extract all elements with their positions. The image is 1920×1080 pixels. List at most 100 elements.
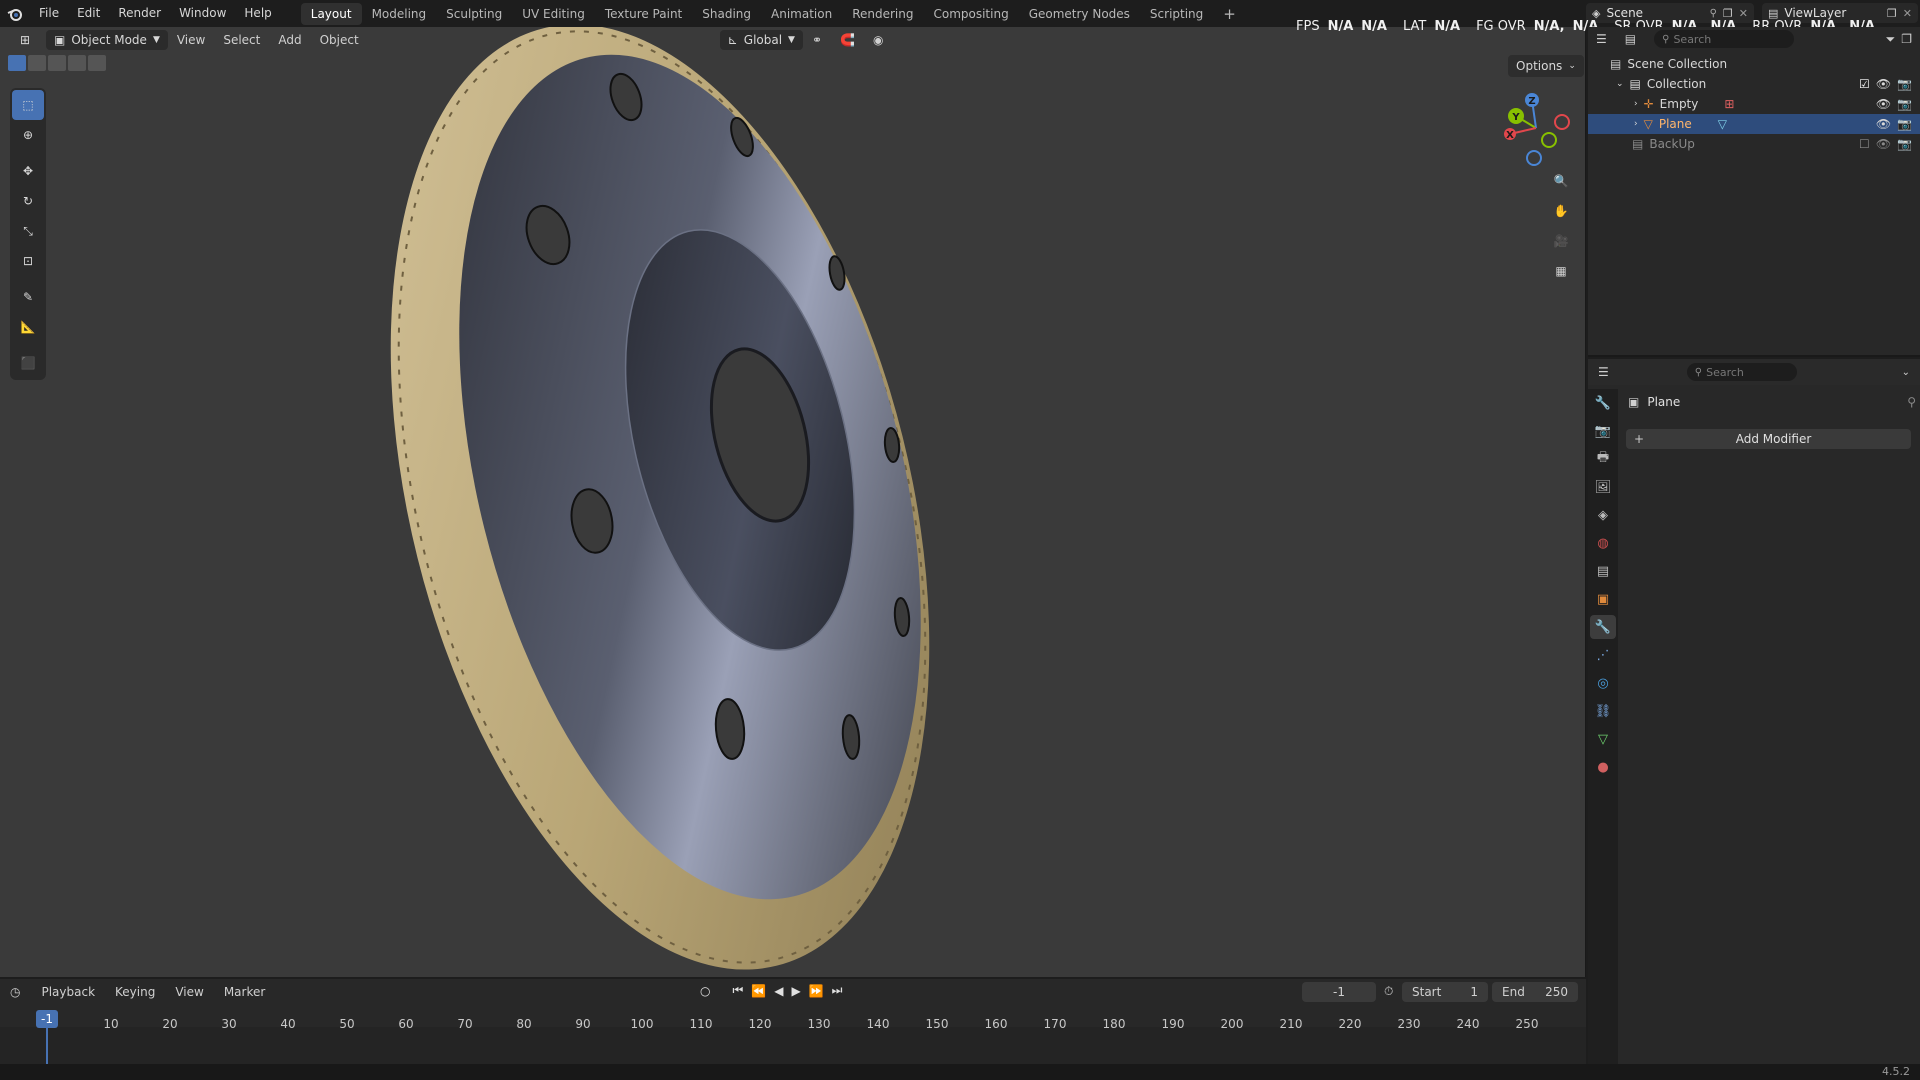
- cursor-tool-icon[interactable]: ⊕: [12, 120, 44, 150]
- menu-keying[interactable]: Keying: [106, 980, 164, 1004]
- render-tab-icon[interactable]: 📷: [1590, 419, 1616, 443]
- editor-type-icon[interactable]: ⊞: [8, 29, 42, 51]
- outliner-editor-icon[interactable]: ☰: [1596, 32, 1607, 46]
- properties-search[interactable]: ⚲ Search: [1686, 363, 1797, 381]
- prev-keyframe-icon[interactable]: ⏪: [751, 984, 766, 998]
- snap-icon[interactable]: 🧲: [831, 28, 864, 52]
- menu-render[interactable]: Render: [109, 0, 170, 27]
- output-tab-icon[interactable]: 🖶: [1590, 447, 1616, 471]
- tool-tab-icon[interactable]: 🔧: [1590, 391, 1616, 415]
- current-frame-marker[interactable]: -1: [36, 1010, 58, 1028]
- select-new-icon[interactable]: [8, 55, 26, 71]
- tab-texture-paint[interactable]: Texture Paint: [595, 3, 692, 25]
- add-modifier-button[interactable]: + Add Modifier: [1626, 429, 1911, 449]
- tab-layout[interactable]: Layout: [300, 2, 362, 25]
- tab-uv-editing[interactable]: UV Editing: [512, 3, 595, 25]
- select-box-tool-icon[interactable]: ⬚: [12, 90, 44, 120]
- chevron-right-icon[interactable]: ›: [1634, 119, 1638, 129]
- outliner-row-plane[interactable]: › ▽ Plane ▽ 👁 📷: [1588, 114, 1920, 134]
- view-layer-tab-icon[interactable]: 🖼: [1590, 475, 1616, 499]
- pin-icon[interactable]: ⚲: [1710, 8, 1717, 19]
- particles-tab-icon[interactable]: ⋰: [1590, 643, 1616, 667]
- add-cube-tool-icon[interactable]: ⬛: [12, 348, 44, 378]
- orientation-dropdown[interactable]: ⊾ Global ▼: [719, 30, 803, 50]
- outliner-row-collection[interactable]: ⌄ ▤ Collection ☑ 👁 📷: [1588, 74, 1920, 94]
- outliner-search[interactable]: ⚲ Search: [1654, 30, 1795, 48]
- close-icon[interactable]: ✕: [1903, 7, 1912, 20]
- tab-scripting[interactable]: Scripting: [1140, 3, 1213, 25]
- scene-tab-icon[interactable]: ◈: [1590, 503, 1616, 527]
- next-keyframe-icon[interactable]: ⏩: [809, 984, 824, 998]
- checkbox-icon[interactable]: ☑: [1859, 77, 1870, 91]
- add-workspace-button[interactable]: +: [1213, 3, 1246, 25]
- camera-icon[interactable]: 📷: [1897, 137, 1912, 151]
- jump-end-icon[interactable]: ⏭: [832, 983, 843, 998]
- outliner-row-empty[interactable]: › ✛ Empty ⊞ 👁 📷: [1588, 94, 1920, 114]
- new-viewlayer-icon[interactable]: ❐: [1887, 7, 1897, 20]
- menu-view[interactable]: View: [168, 28, 214, 52]
- blender-logo-icon[interactable]: [0, 0, 30, 27]
- chevron-down-icon[interactable]: ⌄: [1902, 367, 1910, 378]
- properties-editor-icon[interactable]: ☰: [1598, 365, 1609, 379]
- new-collection-icon[interactable]: ❐: [1901, 32, 1912, 46]
- modifier-tab-icon[interactable]: 🔧: [1590, 615, 1616, 639]
- menu-select[interactable]: Select: [214, 28, 269, 52]
- outliner-row-backup[interactable]: ▤ BackUp ☐ 👁 📷: [1588, 134, 1920, 154]
- menu-timeline-view[interactable]: View: [166, 980, 212, 1004]
- menu-object[interactable]: Object: [311, 28, 368, 52]
- world-tab-icon[interactable]: ◍: [1590, 531, 1616, 555]
- eye-icon[interactable]: 👁: [1876, 117, 1891, 131]
- select-intersect-icon[interactable]: [88, 55, 106, 71]
- annotate-tool-icon[interactable]: ✎: [12, 282, 44, 312]
- eye-icon[interactable]: 👁: [1876, 137, 1891, 151]
- object-tab-icon[interactable]: ▣: [1590, 587, 1616, 611]
- object-mode-dropdown[interactable]: ▣ Object Mode ▼: [46, 30, 168, 50]
- jump-start-icon[interactable]: ⏮: [732, 983, 743, 998]
- menu-help[interactable]: Help: [235, 0, 280, 27]
- outliner-row-scene-collection[interactable]: ▤ Scene Collection: [1588, 54, 1920, 74]
- select-invert-icon[interactable]: [68, 55, 86, 71]
- constraints-tab-icon[interactable]: ⛓: [1590, 699, 1616, 723]
- timeline-track[interactable]: [0, 1027, 1586, 1064]
- start-frame-field[interactable]: Start 1: [1402, 982, 1488, 1002]
- record-icon[interactable]: ○: [700, 984, 710, 998]
- move-tool-icon[interactable]: ✥: [12, 156, 44, 186]
- current-frame-field[interactable]: -1: [1302, 982, 1376, 1002]
- tab-sculpting[interactable]: Sculpting: [436, 3, 512, 25]
- play-reverse-icon[interactable]: ◀: [774, 984, 783, 998]
- rotate-tool-icon[interactable]: ↻: [12, 186, 44, 216]
- menu-edit[interactable]: Edit: [68, 0, 109, 27]
- menu-window[interactable]: Window: [170, 0, 235, 27]
- collection-tab-icon[interactable]: ▤: [1590, 559, 1616, 583]
- physics-tab-icon[interactable]: ◎: [1590, 671, 1616, 695]
- menu-file[interactable]: File: [30, 0, 68, 27]
- tab-shading[interactable]: Shading: [692, 3, 761, 25]
- perspective-grid-icon[interactable]: ▦: [1548, 258, 1574, 284]
- proportional-edit-icon[interactable]: ◉: [864, 28, 892, 52]
- pin-icon[interactable]: ⚲: [1907, 395, 1916, 409]
- options-dropdown[interactable]: Options ⌄: [1508, 55, 1584, 77]
- tab-animation[interactable]: Animation: [761, 3, 842, 25]
- timeline-editor-icon[interactable]: ◷: [10, 985, 20, 999]
- 3d-viewport[interactable]: [0, 27, 1586, 977]
- camera-icon[interactable]: 📷: [1897, 77, 1912, 91]
- select-extend-icon[interactable]: [28, 55, 46, 71]
- checkbox-icon[interactable]: ☐: [1859, 137, 1870, 151]
- chevron-right-icon[interactable]: ›: [1634, 99, 1638, 109]
- camera-icon[interactable]: 📷: [1897, 97, 1912, 111]
- scale-tool-icon[interactable]: ⤡: [12, 216, 44, 246]
- material-tab-icon[interactable]: ●: [1590, 755, 1616, 779]
- transform-tool-icon[interactable]: ⊡: [12, 246, 44, 276]
- new-scene-icon[interactable]: ❐: [1723, 7, 1733, 20]
- close-icon[interactable]: ✕: [1739, 7, 1748, 20]
- tab-geometry-nodes[interactable]: Geometry Nodes: [1019, 3, 1140, 25]
- measure-tool-icon[interactable]: 📐: [12, 312, 44, 342]
- tab-modeling[interactable]: Modeling: [362, 3, 437, 25]
- eye-icon[interactable]: 👁: [1876, 77, 1891, 91]
- tab-compositing[interactable]: Compositing: [923, 3, 1018, 25]
- camera-view-icon[interactable]: 🎥: [1548, 228, 1574, 254]
- eye-icon[interactable]: 👁: [1876, 97, 1891, 111]
- filter-icon[interactable]: ⏷: [1886, 32, 1896, 47]
- tab-rendering[interactable]: Rendering: [842, 3, 923, 25]
- pivot-icon[interactable]: ⚭: [803, 28, 831, 52]
